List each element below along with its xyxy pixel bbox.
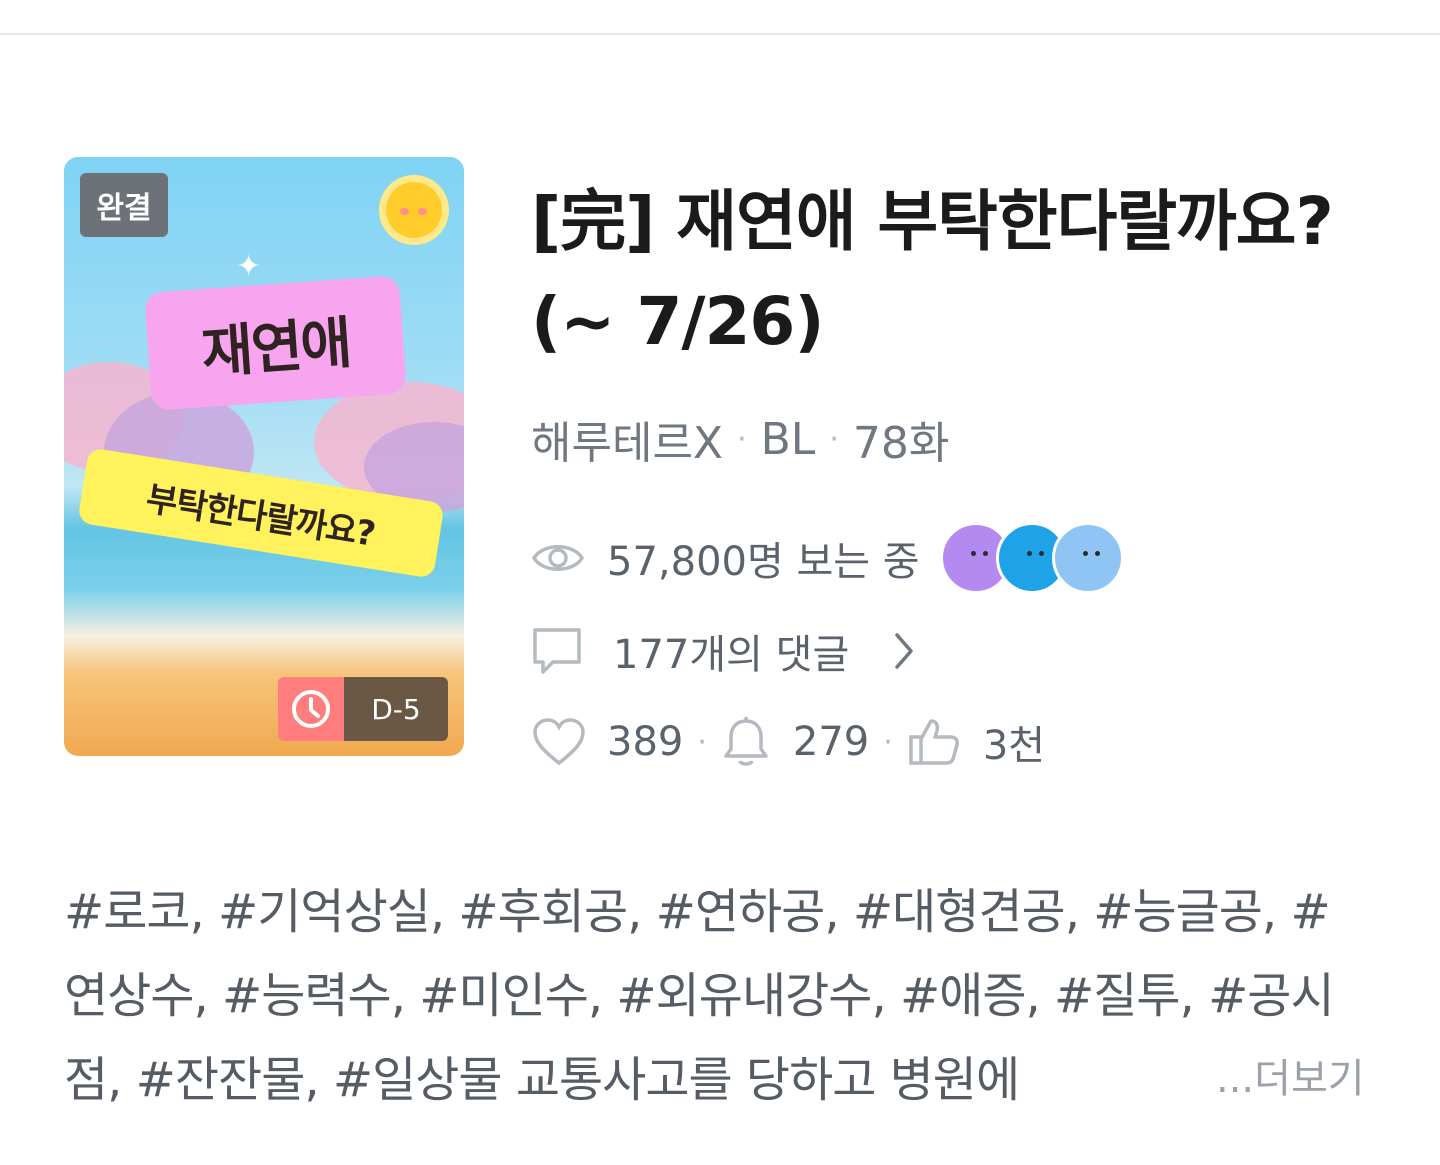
comments-count: 177개의 댓글 (613, 632, 850, 678)
top-divider (0, 33, 1440, 35)
viewer-avatars (939, 522, 1124, 594)
chevron-right-icon (891, 631, 917, 671)
viewers-row: 57,800명 보는 중 (531, 520, 1124, 596)
work-title: [完] 재연애 부탁한다랄까요? (~ 7/26) (531, 183, 1334, 361)
clock-icon (278, 677, 344, 741)
cover-title-text: 재연애 (144, 275, 407, 411)
work-meta: 해루테르X · BL · 78화 (531, 407, 949, 471)
episode-count: 78화 (852, 418, 950, 469)
comments-link[interactable]: 177개의 댓글 (531, 613, 917, 689)
more-button[interactable]: ...더보기 (1212, 1046, 1365, 1104)
eye-icon (531, 538, 585, 578)
bell-icon[interactable] (721, 715, 771, 769)
separator-dot: · (697, 724, 707, 760)
viewers-count: 57,800명 보는 중 (607, 539, 920, 585)
dday-text: D-5 (344, 677, 448, 741)
sun-illustration (386, 182, 442, 238)
completed-badge: 완결 (80, 173, 168, 237)
heart-icon[interactable] (531, 717, 587, 767)
genre-label[interactable]: BL (761, 414, 816, 465)
dday-badge: D-5 (278, 677, 448, 741)
separator-dot: · (883, 724, 893, 760)
text-fade (1040, 1040, 1220, 1124)
separator-dot: · (829, 421, 839, 457)
author-link[interactable]: 해루테르X (531, 407, 723, 471)
sparkle-icon: ✦ (236, 249, 262, 284)
stats-row: 389 · 279 · 3천 (531, 704, 1045, 780)
comment-icon (531, 626, 583, 676)
separator-dot: · (737, 421, 747, 457)
subscribers-count: 279 (792, 719, 870, 765)
recommends-count: 3천 (982, 723, 1046, 769)
cover-image[interactable]: 완결 ✦ 재연애 부탁한다랄까요? D-5 (64, 157, 464, 756)
thumbs-up-icon[interactable] (907, 717, 961, 767)
likes-count: 389 (607, 719, 684, 765)
avatar (1051, 522, 1124, 594)
